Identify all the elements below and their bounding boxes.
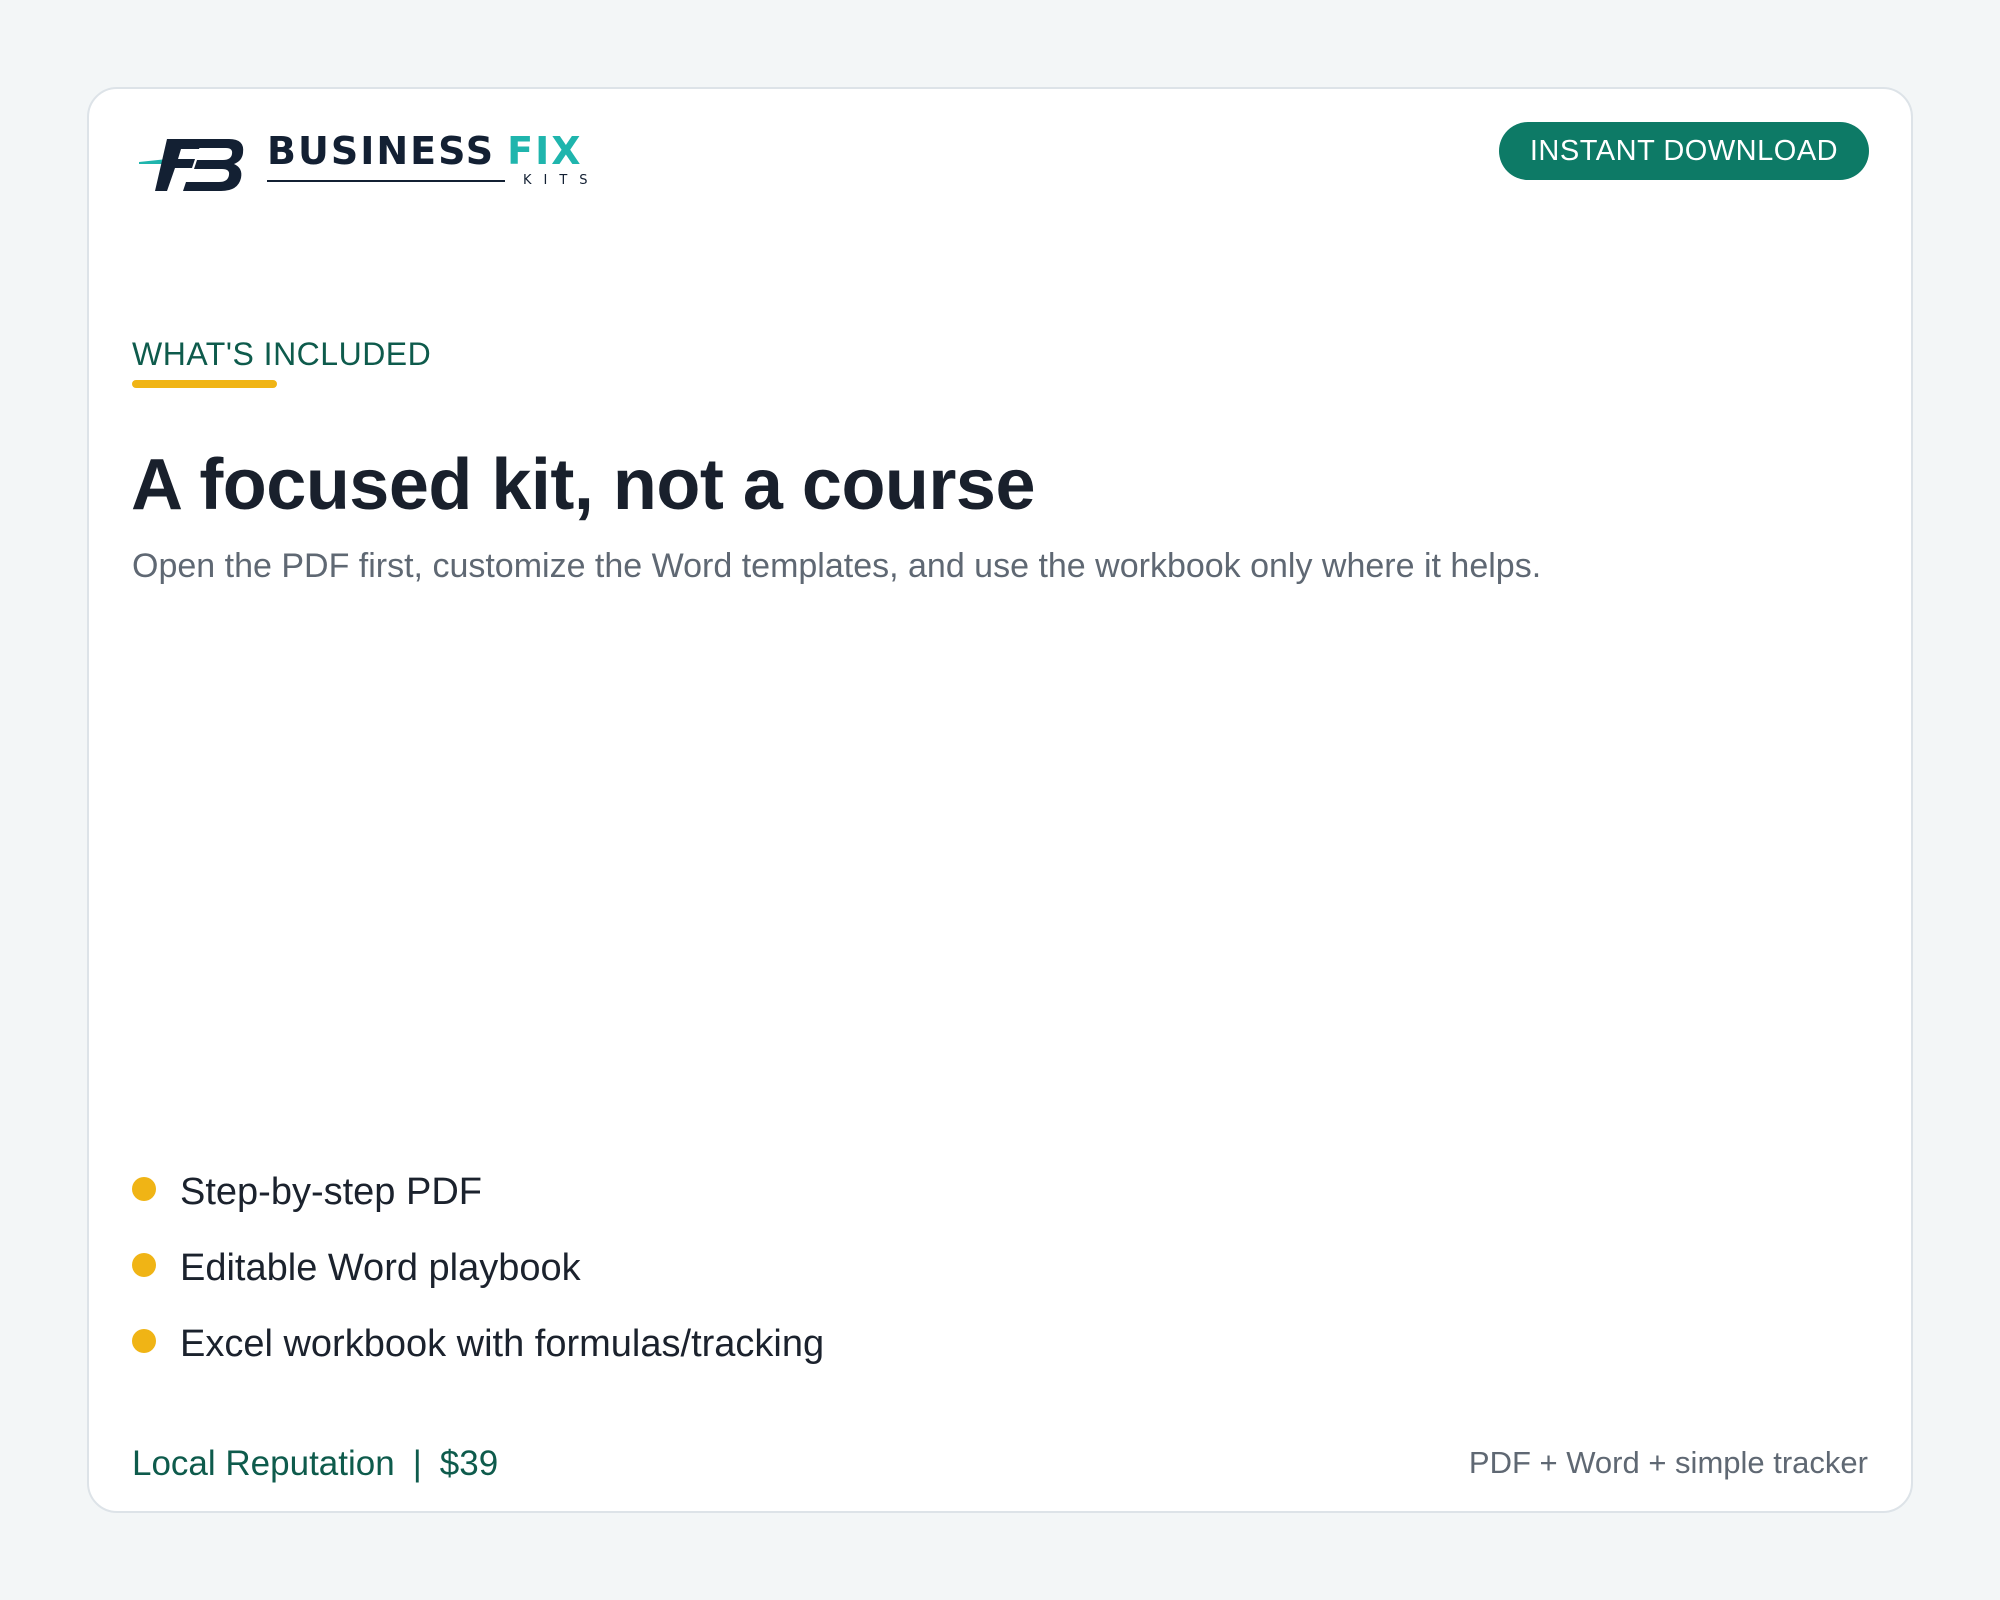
list-item: Editable Word playbook <box>132 1230 824 1306</box>
footer-formats: PDF + Word + simple tracker <box>1468 1445 1868 1480</box>
page-title: A focused kit, not a course <box>131 445 1036 525</box>
brand-name-sub: KITS <box>523 173 600 188</box>
brand-name-primary: BUSINESS <box>267 129 496 173</box>
instant-download-badge[interactable]: INSTANT DOWNLOAD <box>1499 122 1869 180</box>
list-item: Excel workbook with formulas/tracking <box>132 1306 824 1382</box>
brand-logo[interactable]: BUSINESS FIX KITS <box>137 119 588 209</box>
brand-wordmark: BUSINESS FIX KITS <box>267 129 588 196</box>
bullet-dot-icon <box>132 1329 156 1353</box>
feature-label: Excel workbook with formulas/tracking <box>180 1322 825 1365</box>
bullet-dot-icon <box>132 1253 156 1277</box>
product-name: Local Reputation <box>132 1444 395 1483</box>
list-item: Step-by-step PDF <box>132 1154 824 1230</box>
bullet-dot-icon <box>132 1177 156 1201</box>
feature-list: Step-by-step PDF Editable Word playbook … <box>132 1154 824 1382</box>
brand-underline <box>267 180 505 182</box>
page-subtitle: Open the PDF first, customize the Word t… <box>132 547 1542 585</box>
eyebrow-underline <box>132 380 277 388</box>
feature-label: Editable Word playbook <box>180 1246 581 1289</box>
footer-product-price: Local Reputation | $39 <box>132 1444 498 1484</box>
feature-label: Step-by-step PDF <box>180 1170 482 1213</box>
product-price: $39 <box>439 1444 499 1483</box>
footer-separator: | <box>412 1444 422 1483</box>
section-eyebrow: WHAT'S INCLUDED <box>132 336 432 372</box>
brand-name-accent: FIX <box>507 129 583 173</box>
fb-monogram-icon <box>139 139 244 191</box>
product-card: BUSINESS FIX KITS INSTANT DOWNLOAD WHAT'S… <box>87 87 1913 1513</box>
